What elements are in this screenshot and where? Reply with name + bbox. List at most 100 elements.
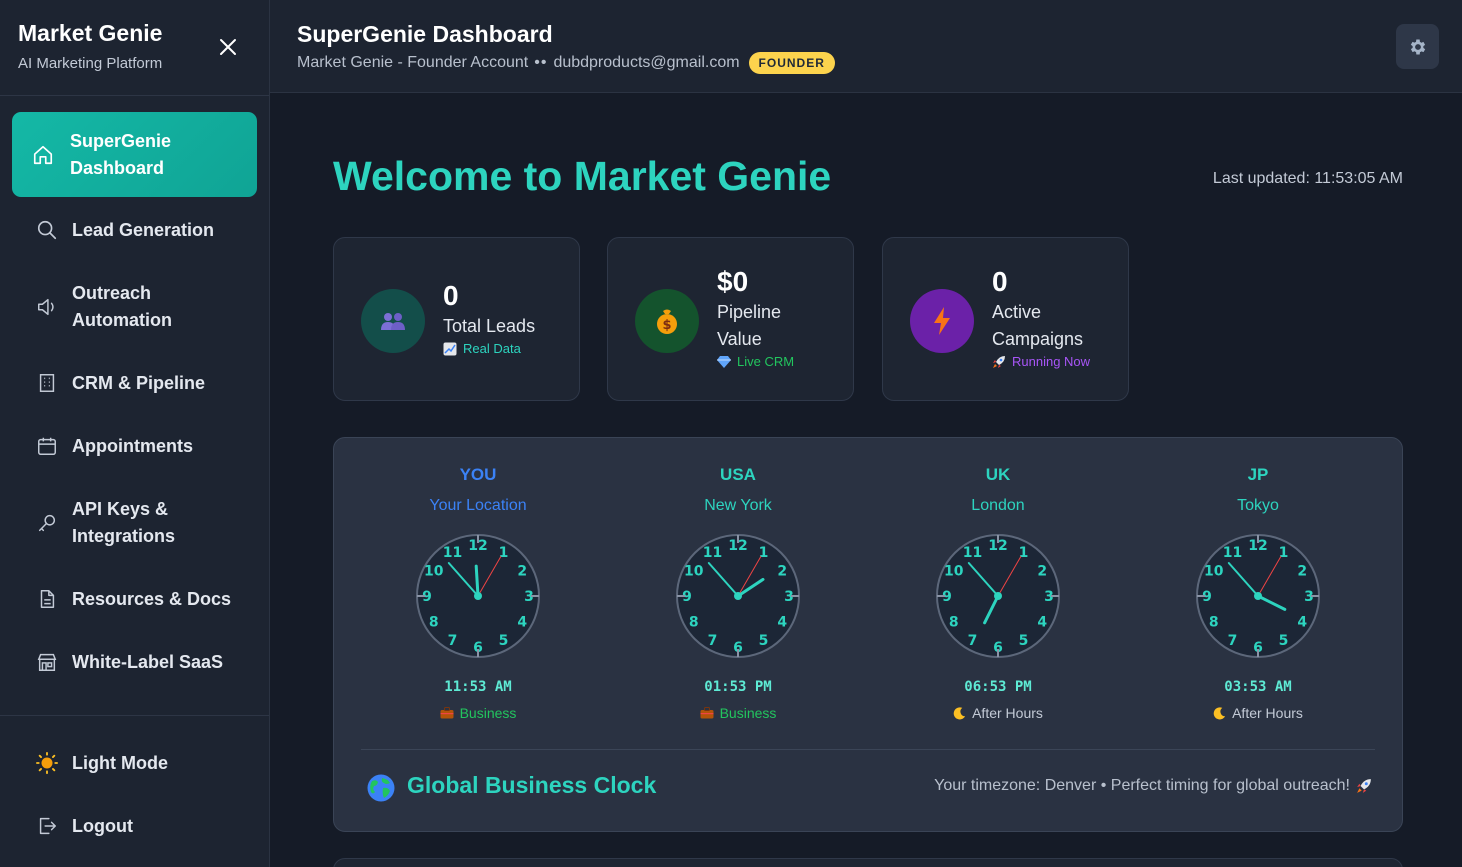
clock-numeral: 7 [708,633,718,649]
stat-note-text: Live CRM [737,354,795,369]
account-info: Market Genie - Founder Account •• dubdpr… [297,52,835,74]
stat-note-text: Running Now [1012,354,1091,369]
separator-dots: •• [534,54,548,71]
storefront-icon [36,651,58,673]
gear-icon [1410,39,1425,54]
analog-clock: 1234567891011 12 [1196,534,1320,658]
close-sidebar-button[interactable] [214,33,242,61]
sun-icon [36,752,58,774]
clock-center [1254,592,1262,600]
chart-up-icon [443,342,457,356]
clock-numeral: 4 [517,615,527,631]
analog-clock: 1234567891011 12 [416,534,540,658]
page-title: SuperGenie Dashboard [297,21,553,47]
sidebar: Market Genie AI Marketing Platform Super… [0,0,270,867]
lightning-icon [910,289,974,353]
last-updated: Last updated: 11:53:05 AM [1212,170,1403,187]
clock-center [734,592,742,600]
clock-numeral: 10 [684,564,704,580]
rocket-icon [993,356,1005,368]
svg-text:$: $ [662,318,671,333]
brand-subtitle: AI Marketing Platform [18,55,163,72]
clock-numeral: 4 [1297,615,1307,631]
clock-numeral: 2 [1297,564,1307,580]
logout-button[interactable]: Logout [12,809,257,843]
stat-label: Active Campaigns [992,302,1084,349]
clock-numeral: 8 [1209,615,1219,631]
stat-note: Running Now [992,353,1102,371]
clock-code: USA [720,465,756,484]
moon-icon [1213,706,1226,719]
clock-numeral: 8 [689,615,699,631]
clock-status: Business [358,705,598,721]
logout-icon [36,815,58,837]
light-mode-toggle[interactable]: Light Mode [12,746,257,780]
sidebar-item-label: Appointments [72,435,193,456]
sidebar-item-label: White-Label SaaS [72,651,224,672]
clock-status-text: Business [459,705,517,721]
megaphone-icon [36,296,58,318]
stat-note: Real Data [443,340,535,358]
clock-numeral: 11 [1223,545,1242,561]
clock-numeral: 11 [443,545,462,561]
sidebar-item-resources-docs[interactable]: Resources & Docs [12,582,257,616]
clock-city: London [971,497,1025,514]
briefcase-icon [440,707,454,719]
clock-numeral: 8 [429,615,439,631]
settings-button[interactable] [1396,24,1439,69]
clock-numeral: 11 [963,545,982,561]
brand-title: Market Genie [18,20,163,46]
analog-clock: 1234567891011 12 [936,534,1060,658]
rocket-icon [1357,779,1371,793]
sidebar-item-dashboard[interactable]: SuperGenie Dashboard [12,112,257,197]
clock-status: After Hours [878,705,1118,721]
sidebar-item-white-label-saas[interactable]: White-Label SaaS [12,645,257,679]
stat-card-active-campaigns[interactable]: 0 Active Campaigns Running Now [882,237,1129,401]
global-clock-note: Your timezone: Denver • Perfect timing f… [934,777,1372,795]
sidebar-item-appointments[interactable]: Appointments [12,429,257,463]
clock-numeral: 11 [703,545,722,561]
sidebar-item-label: Resources & Docs [72,588,232,609]
welcome-heading: Welcome to Market Genie [333,153,832,199]
account-name: Market Genie - Founder Account [297,54,529,71]
stat-card-total-leads[interactable]: 0 Total Leads Real Data [333,237,580,401]
key-icon [36,512,58,534]
clock-numeral: 2 [777,564,787,580]
stat-note: Live CRM [717,353,817,371]
globe-icon [367,774,395,802]
clock-status: Business [618,705,858,721]
sidebar-item-label: Outreach Automation [72,283,172,330]
clock-city: Tokyo [1237,497,1279,514]
clock-code: UK [985,465,1011,484]
clock-status-text: Business [719,705,777,721]
brand-header: Market Genie AI Marketing Platform [0,0,269,96]
stat-label: Pipeline Value [717,302,782,349]
home-icon [32,144,54,166]
sidebar-item-lead-generation[interactable]: Lead Generation [12,213,257,247]
stat-label: Total Leads [443,316,536,336]
document-icon [36,588,58,610]
account-email: dubdproducts@gmail.com [553,54,740,71]
stat-value: 0 [443,280,459,311]
stat-note-text: Real Data [463,341,521,356]
founder-badge: FOUNDER [748,52,835,74]
next-section-card [333,858,1403,867]
global-clock-title: Global Business Clock [407,772,657,798]
light-mode-label: Light Mode [72,752,168,773]
calendar-icon [36,435,58,457]
stat-card-pipeline-value[interactable]: $ $0 Pipeline Value Live CRM [607,237,854,401]
moon-icon [953,706,966,719]
sidebar-footer: Light Mode Logout [0,715,269,867]
clock-numeral: 8 [949,615,959,631]
sidebar-item-outreach-automation[interactable]: Outreach Automation [12,280,257,334]
logout-label: Logout [72,815,133,836]
sidebar-item-api-keys[interactable]: API Keys & Integrations [12,496,257,550]
sidebar-item-crm-pipeline[interactable]: CRM & Pipeline [12,366,257,400]
clock-code: JP [1247,465,1269,484]
analog-clock: 1234567891011 12 [676,534,800,658]
sidebar-item-label: Lead Generation [72,219,215,240]
clock-numeral: 5 [1279,633,1289,649]
clock-numeral: 5 [499,633,509,649]
panel-divider [361,749,1375,750]
clock-center [994,592,1002,600]
